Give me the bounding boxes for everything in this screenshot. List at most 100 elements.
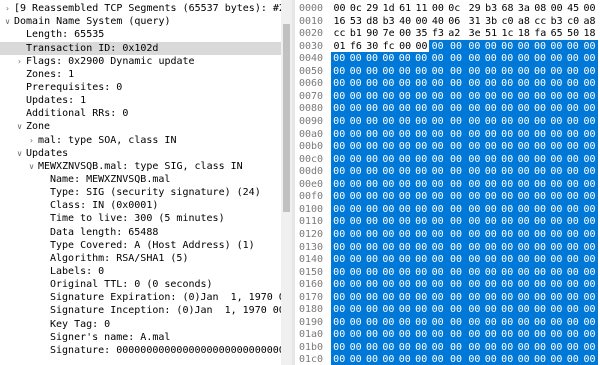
hex-byte[interactable]: 00 [363, 353, 381, 365]
hex-byte[interactable]: 00 [581, 278, 598, 292]
hex-byte[interactable]: 00 [482, 127, 499, 141]
hex-byte[interactable]: 00 [429, 152, 446, 166]
hex-byte[interactable]: 00 [380, 253, 397, 266]
hex-byte[interactable]: 00 [396, 253, 413, 266]
hex-byte[interactable]: 00 [531, 202, 549, 216]
hex-byte[interactable]: 00 [331, 290, 348, 304]
hex-byte[interactable]: 00 [380, 303, 397, 317]
hex-byte[interactable]: 00 [413, 353, 430, 365]
hex-byte[interactable]: 00 [397, 27, 414, 40]
hex-byte[interactable]: 00 [396, 227, 413, 241]
hex-byte[interactable]: b3 [548, 15, 565, 28]
tree-row[interactable]: Additional RRs: 0 [0, 107, 281, 120]
hex-byte[interactable]: 00 [466, 127, 483, 141]
hex-byte[interactable]: 00 [396, 177, 413, 191]
hex-byte[interactable]: 00 [499, 77, 516, 91]
hex-byte[interactable]: 00 [331, 89, 348, 103]
hex-byte[interactable]: 00 [347, 140, 364, 154]
hex-row[interactable]: 0090 00 00 00 00 00 00 00 00 00 00 00 00 00 00 00 00 [295, 115, 600, 128]
hex-byte[interactable]: 00 [363, 127, 381, 141]
hex-byte[interactable]: 18 [581, 27, 598, 40]
hex-byte[interactable]: 00 [499, 303, 516, 317]
hex-byte[interactable]: 00 [413, 40, 430, 53]
hex-byte[interactable]: 00 [445, 215, 467, 229]
hex-byte[interactable]: 00 [413, 165, 430, 179]
hex-byte[interactable]: 00 [396, 340, 413, 354]
hex-byte[interactable]: 00 [548, 265, 565, 279]
hex-byte[interactable]: 00 [564, 290, 581, 304]
hex-byte[interactable]: 00 [331, 278, 348, 292]
hex-byte[interactable]: 00 [363, 253, 381, 266]
hex-byte[interactable]: 00 [445, 165, 467, 179]
hex-byte[interactable]: 00 [515, 278, 532, 292]
hex-byte[interactable]: 00 [548, 227, 565, 241]
hex-byte[interactable]: 00 [515, 165, 532, 179]
hex-byte[interactable]: 00 [482, 190, 499, 204]
hex-byte[interactable]: 00 [548, 303, 565, 317]
hex-byte[interactable]: 00 [445, 39, 467, 53]
hex-byte[interactable]: 00 [396, 52, 413, 66]
hex-byte[interactable]: 00 [581, 328, 598, 342]
hex-byte[interactable]: 00 [581, 353, 598, 365]
tree-row[interactable]: Class: IN (0x0001) [0, 199, 281, 212]
hex-byte[interactable]: 00 [396, 115, 413, 128]
hex-byte[interactable]: 00 [548, 140, 565, 154]
hex-byte[interactable]: 00 [548, 215, 565, 229]
hex-byte[interactable]: 00 [466, 115, 483, 128]
hex-byte[interactable]: 00 [331, 215, 348, 229]
hex-byte[interactable]: 1d [380, 2, 397, 15]
hex-byte[interactable]: 0c [347, 2, 364, 15]
tree-row[interactable]: ∨ Domain Name System (query) [0, 15, 281, 28]
hex-byte[interactable]: 00 [445, 340, 467, 354]
hex-byte[interactable]: 00 [499, 202, 516, 216]
hex-byte[interactable]: 00 [466, 140, 483, 154]
hex-row[interactable]: 00f0 00 00 00 00 00 00 00 00 00 00 00 00 00 00 00 00 [295, 190, 600, 204]
hex-byte[interactable]: 00 [429, 52, 446, 66]
hex-byte[interactable]: 00 [531, 77, 549, 91]
hex-byte[interactable]: 00 [482, 202, 499, 216]
hex-byte[interactable]: 00 [445, 52, 467, 66]
hex-byte[interactable]: 00 [331, 315, 348, 329]
hex-byte[interactable]: 00 [564, 315, 581, 329]
hex-byte[interactable]: 00 [396, 290, 413, 304]
hex-byte[interactable]: 00 [581, 140, 598, 154]
hex-byte[interactable]: 50 [565, 27, 582, 40]
hex-byte[interactable]: 00 [564, 127, 581, 141]
hex-byte[interactable]: 00 [445, 177, 467, 191]
hex-byte[interactable]: 00 [445, 240, 467, 254]
hex-byte[interactable]: a2 [446, 27, 463, 40]
hex-byte[interactable]: 00 [482, 64, 499, 78]
hex-byte[interactable]: 00 [363, 240, 381, 254]
hex-byte[interactable]: 00 [466, 190, 483, 204]
hex-byte[interactable]: 00 [548, 340, 565, 354]
hex-byte[interactable]: 00 [499, 64, 516, 78]
hex-byte[interactable]: 00 [515, 39, 532, 53]
hex-byte[interactable]: 00 [466, 39, 483, 53]
hex-byte[interactable]: 00 [531, 177, 549, 191]
hex-byte[interactable]: 00 [581, 253, 598, 266]
hex-byte[interactable]: 00 [429, 265, 446, 279]
hex-byte[interactable]: 00 [396, 89, 413, 103]
hex-byte[interactable]: 00 [564, 328, 581, 342]
hex-byte[interactable]: 00 [531, 165, 549, 179]
hex-byte[interactable]: 00 [515, 265, 532, 279]
hex-byte[interactable]: 00 [581, 152, 598, 166]
hex-row[interactable]: 00d0 00 00 00 00 00 00 00 00 00 00 00 00 00 00 00 00 [295, 165, 600, 179]
hex-byte[interactable]: 00 [429, 353, 446, 365]
hex-byte[interactable]: 00 [482, 152, 499, 166]
hex-row[interactable]: 0000 00 0c 29 1d 61 11 00 0c 29 b3 68 3a 08 00 45 00 [295, 2, 600, 15]
tree-row[interactable]: Zones: 1 [0, 68, 281, 81]
hex-byte[interactable]: 00 [548, 190, 565, 204]
hex-byte[interactable]: 40 [397, 15, 414, 28]
hex-byte[interactable]: 00 [429, 2, 446, 15]
hex-byte[interactable]: 00 [429, 165, 446, 179]
hex-byte[interactable]: 00 [515, 227, 532, 241]
hex-byte[interactable]: 00 [466, 290, 483, 304]
hex-byte[interactable]: 00 [531, 102, 549, 116]
hex-row[interactable]: 00c0 00 00 00 00 00 00 00 00 00 00 00 00 00 00 00 00 [295, 152, 600, 166]
hex-byte[interactable]: 00 [581, 240, 598, 254]
hex-byte[interactable]: 29 [466, 2, 483, 15]
hex-byte[interactable]: 00 [581, 165, 598, 179]
tree-row[interactable]: Prerequisites: 0 [0, 81, 281, 94]
hex-row[interactable]: 01c0 00 00 00 00 00 00 00 00 00 00 00 00 00 00 00 00 [295, 353, 600, 365]
